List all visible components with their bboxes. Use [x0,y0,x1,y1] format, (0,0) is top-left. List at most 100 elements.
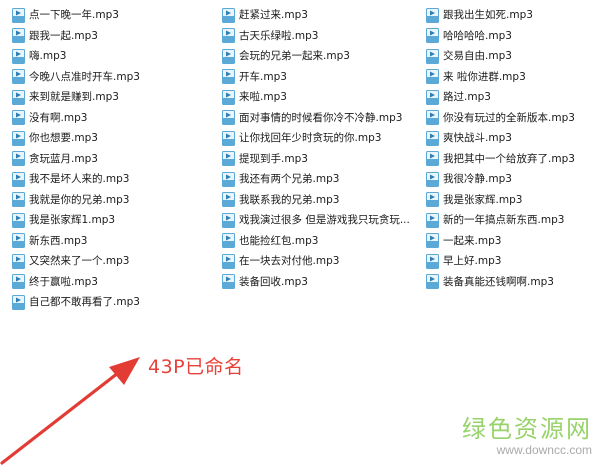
file-name: 我是张家辉.mp3 [443,193,523,206]
file-name: 来 啦你进群.mp3 [443,70,526,83]
mp3-file-icon [426,69,443,85]
file-name: 我是张家辉1.mp3 [29,214,116,227]
file-item[interactable]: 路过.mp3 [426,87,598,108]
mp3-file-icon [222,110,239,126]
mp3-file-icon [222,48,239,64]
file-item[interactable]: 点一下晚一年.mp3 [12,5,212,26]
mp3-file-icon [12,274,29,290]
file-item[interactable]: 在一块去对付他.mp3 [222,251,420,272]
mp3-file-icon [12,48,29,64]
file-name: 一起来.mp3 [443,234,502,247]
file-item[interactable]: 面对事情的时候看你冷不冷静.mp3 [222,108,420,129]
file-name: 我把其中一个给放弃了.mp3 [443,152,575,165]
file-item[interactable]: 没有啊.mp3 [12,108,212,129]
file-item[interactable]: 我是张家辉.mp3 [426,190,598,211]
file-item[interactable]: 开车.mp3 [222,67,420,88]
file-item[interactable]: 嗨.mp3 [12,46,212,67]
file-name: 又突然来了一个.mp3 [29,255,130,268]
mp3-file-icon [222,89,239,105]
file-item[interactable]: 我不是坏人来的.mp3 [12,169,212,190]
mp3-file-icon [12,294,29,310]
mp3-file-icon [12,212,29,228]
file-item[interactable]: 让你找回年少时贪玩的你.mp3 [222,128,420,149]
mp3-file-icon [222,130,239,146]
file-item[interactable]: 我还有两个兄弟.mp3 [222,169,420,190]
file-grid: 点一下晚一年.mp3 跟我一起.mp3 嗨.mp3 今晚八点准时开车.mp3 来到就是赚… [0,0,600,320]
mp3-file-icon [426,274,443,290]
mp3-file-icon [222,233,239,249]
file-item[interactable]: 也能捡红包.mp3 [222,231,420,252]
file-item[interactable]: 跟我出生如死.mp3 [426,5,598,26]
mp3-file-icon [12,192,29,208]
file-item[interactable]: 我就是你的兄弟.mp3 [12,190,212,211]
file-item[interactable]: 来到就是赚到.mp3 [12,87,212,108]
file-name: 我联系我的兄弟.mp3 [239,193,340,206]
file-name: 自己都不敢再看了.mp3 [29,296,140,309]
mp3-file-icon [222,151,239,167]
file-item[interactable]: 一起来.mp3 [426,231,598,252]
mp3-file-icon [222,192,239,208]
file-name: 来到就是赚到.mp3 [29,91,119,104]
mp3-file-icon [426,28,443,44]
file-name: 你没有玩过的全新版本.mp3 [443,111,575,124]
file-name: 开车.mp3 [239,70,287,83]
file-name: 哈哈哈哈.mp3 [443,29,512,42]
file-item[interactable]: 古天乐绿啦.mp3 [222,26,420,47]
file-item[interactable]: 跟我一起.mp3 [12,26,212,47]
file-item[interactable]: 自己都不敢再看了.mp3 [12,292,212,313]
file-name: 跟我出生如死.mp3 [443,9,533,22]
red-arrow [0,357,140,465]
file-item[interactable]: 会玩的兄弟一起来.mp3 [222,46,420,67]
file-item[interactable]: 我把其中一个给放弃了.mp3 [426,149,598,170]
mp3-file-icon [222,69,239,85]
file-item[interactable]: 终于赢啦.mp3 [12,272,212,293]
annotation-label: 43P已命名 [148,356,244,378]
file-item[interactable]: 交易自由.mp3 [426,46,598,67]
file-name: 嗨.mp3 [29,50,67,63]
file-item[interactable]: 又突然来了一个.mp3 [12,251,212,272]
file-item[interactable]: 新的一年搞点新东西.mp3 [426,210,598,231]
file-name: 贪玩蓝月.mp3 [29,152,98,165]
mp3-file-icon [426,253,443,269]
file-item[interactable]: 来啦.mp3 [222,87,420,108]
file-name: 在一块去对付他.mp3 [239,255,340,268]
file-column-1: 点一下晚一年.mp3 跟我一起.mp3 嗨.mp3 今晚八点准时开车.mp3 来到就是赚… [12,5,212,313]
file-name: 面对事情的时候看你冷不冷静.mp3 [239,111,403,124]
mp3-file-icon [12,89,29,105]
file-item[interactable]: 你没有玩过的全新版本.mp3 [426,108,598,129]
mp3-file-icon [12,7,29,23]
file-item[interactable]: 爽快战斗.mp3 [426,128,598,149]
file-name: 跟我一起.mp3 [29,29,98,42]
file-name: 装备真能还钱啊啊.mp3 [443,275,554,288]
file-name: 古天乐绿啦.mp3 [239,29,319,42]
file-item[interactable]: 装备真能还钱啊啊.mp3 [426,272,598,293]
file-item[interactable]: 新东西.mp3 [12,231,212,252]
file-item[interactable]: 戏我演过很多 但是游戏我只玩贪玩... [222,210,420,231]
mp3-file-icon [426,110,443,126]
file-item[interactable]: 我很冷静.mp3 [426,169,598,190]
mp3-file-icon [426,212,443,228]
file-item[interactable]: 我联系我的兄弟.mp3 [222,190,420,211]
file-item[interactable]: 赶紧过来.mp3 [222,5,420,26]
file-name: 路过.mp3 [443,91,491,104]
file-column-2: 赶紧过来.mp3 古天乐绿啦.mp3 会玩的兄弟一起来.mp3 开车.mp3 来啦.mp… [222,5,420,292]
file-name: 赶紧过来.mp3 [239,9,308,22]
watermark: 绿色资源网 www.downcc.com [442,409,592,457]
file-name: 新东西.mp3 [29,234,88,247]
file-item[interactable]: 来 啦你进群.mp3 [426,67,598,88]
file-item[interactable]: 贪玩蓝月.mp3 [12,149,212,170]
file-name: 你也想要.mp3 [29,132,98,145]
file-item[interactable]: 哈哈哈哈.mp3 [426,26,598,47]
file-item[interactable]: 早上好.mp3 [426,251,598,272]
file-item[interactable]: 今晚八点准时开车.mp3 [12,67,212,88]
mp3-file-icon [426,233,443,249]
file-item[interactable]: 提现到手.mp3 [222,149,420,170]
mp3-file-icon [222,274,239,290]
file-item[interactable]: 装备回收.mp3 [222,272,420,293]
mp3-file-icon [426,151,443,167]
file-item[interactable]: 你也想要.mp3 [12,128,212,149]
file-name: 我很冷静.mp3 [443,173,512,186]
mp3-file-icon [426,89,443,105]
file-name: 交易自由.mp3 [443,50,512,63]
file-item[interactable]: 我是张家辉1.mp3 [12,210,212,231]
